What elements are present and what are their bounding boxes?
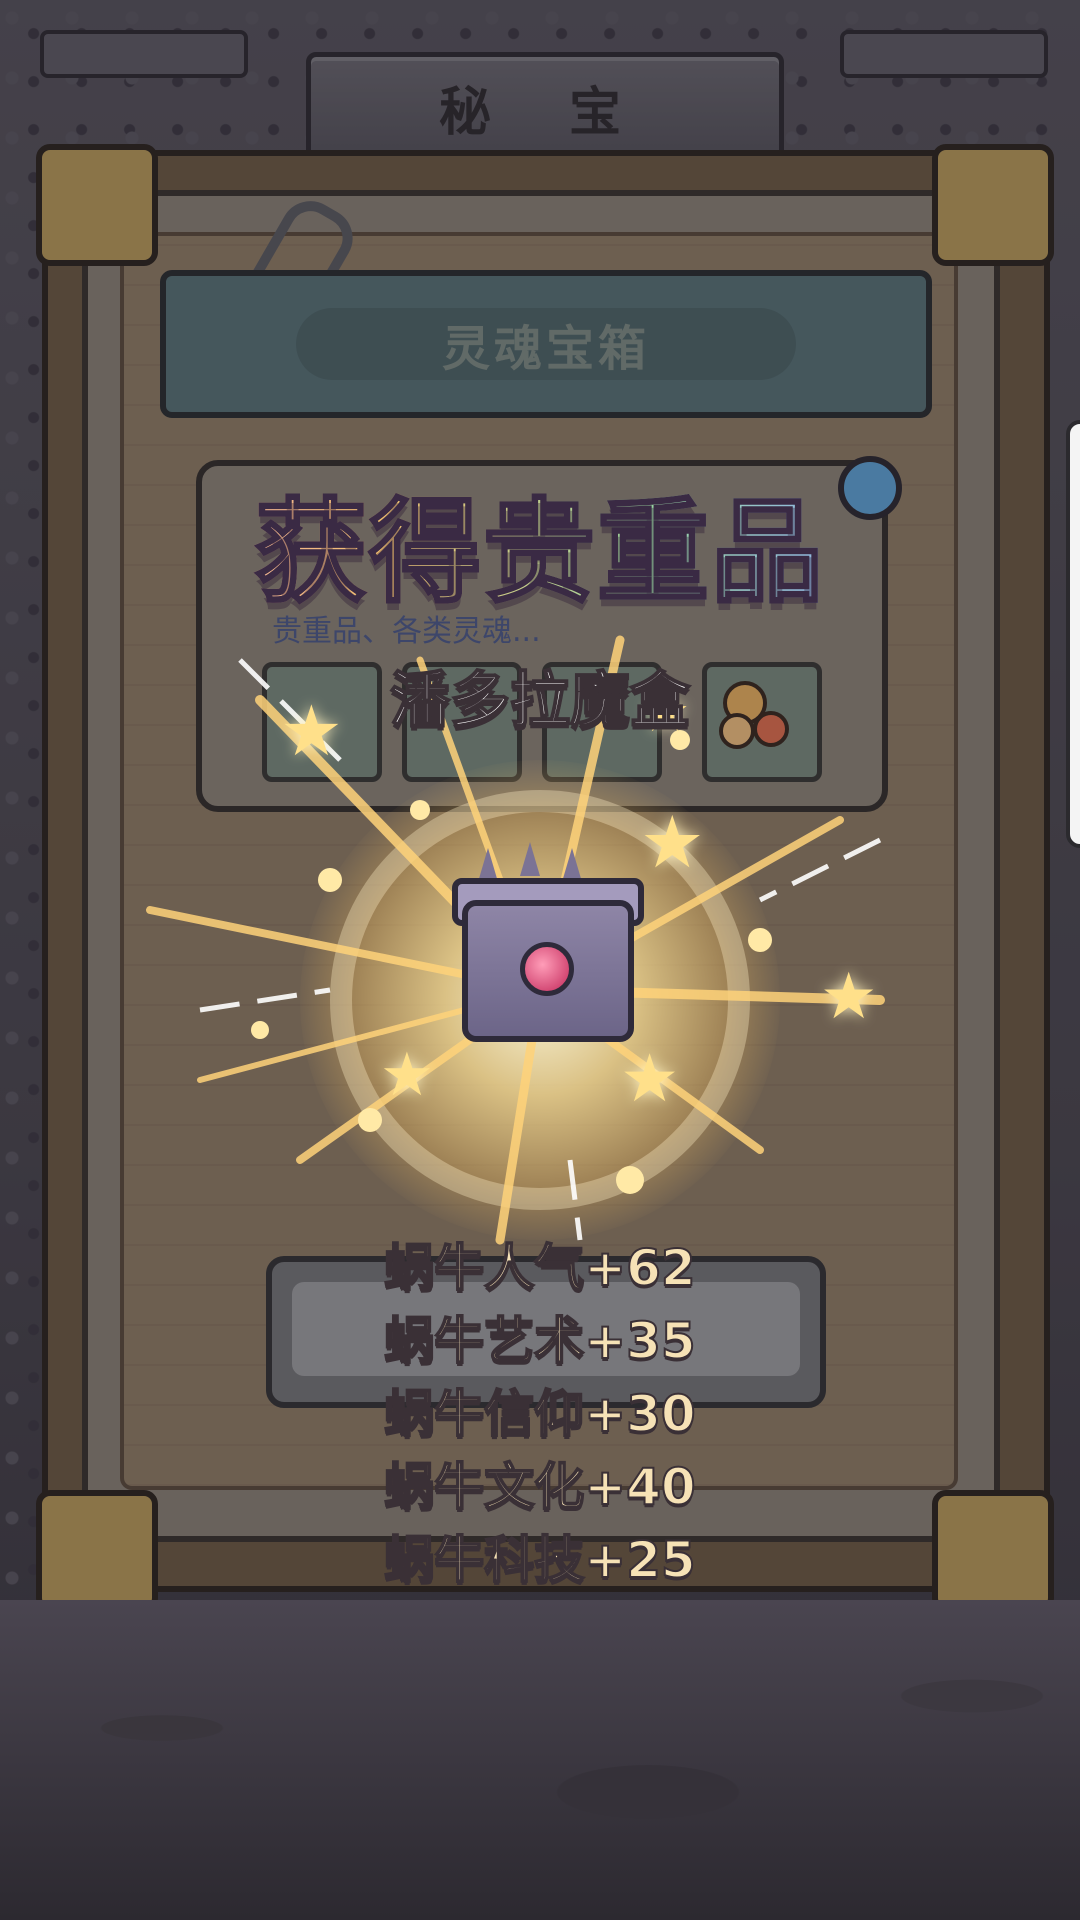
chest-spike (520, 842, 540, 876)
stat-line: 蜗牛科技+25 (383, 1530, 696, 1590)
reward-title: 获得贵重品 (0, 462, 1080, 624)
sparkle-star-icon: ★ (380, 1040, 434, 1110)
reward-stats: 蜗牛人气+62 蜗牛艺术+35 蜗牛信仰+30 蜗牛文化+40 蜗牛科技+25 (0, 1232, 1080, 1597)
pandora-box-gem (520, 942, 574, 996)
stat-line: 蜗牛人气+62 (383, 1238, 696, 1298)
sparkle-star-icon: ★ (640, 800, 705, 884)
sparkle-star-icon: ★ (820, 960, 878, 1034)
game-screen: 秘 宝 灵魂宝箱 贵重品、各类灵魂... ★ ★ ★ ★ ★ ★ 获得贵重品 潘… (0, 0, 1080, 1920)
chest-spike (478, 848, 498, 882)
sparkle-star-icon: ★ (620, 1040, 680, 1117)
chest-spike (562, 848, 582, 882)
stat-line: 蜗牛艺术+35 (383, 1311, 696, 1371)
stat-line: 蜗牛信仰+30 (383, 1384, 696, 1444)
stat-line: 蜗牛文化+40 (383, 1457, 696, 1517)
side-drawer-tab[interactable] (1066, 420, 1080, 848)
reward-item-name: 潘多拉魔盒 (389, 665, 691, 737)
